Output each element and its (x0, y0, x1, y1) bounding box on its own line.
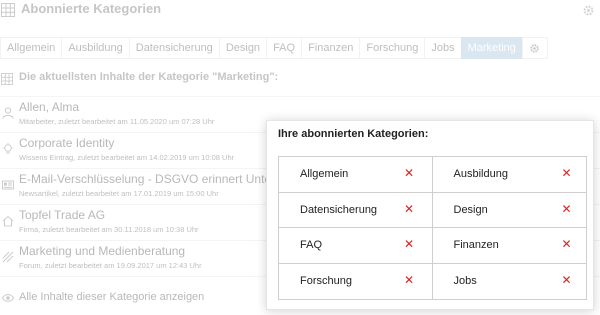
list-item-meta: Wissens Eintrag, zuletzt bearbeitet am 1… (19, 153, 235, 162)
remove-icon[interactable]: ✕ (404, 238, 414, 250)
eye-icon (2, 294, 14, 302)
remove-icon[interactable]: ✕ (404, 274, 414, 286)
tab-marketing[interactable]: Marketing (460, 37, 522, 59)
remove-icon[interactable]: ✕ (404, 203, 414, 215)
remove-icon[interactable]: ✕ (562, 238, 572, 250)
page-header: Abonnierte Kategorien (0, 0, 600, 22)
list-item-meta: Newsartikel, zuletzt bearbeitet am 17.01… (19, 189, 219, 198)
grid-icon (1, 3, 15, 17)
category-name: Ausbildung (453, 168, 508, 180)
category-grid: Allgemein ✕ Ausbildung ✕ Datensicherung … (278, 156, 587, 300)
tab-jobs[interactable]: Jobs (424, 37, 461, 59)
category-name: Datensicherung (300, 203, 378, 216)
tab-forschung[interactable]: Forschung (359, 37, 425, 59)
list-item-title: Topfel Trade AG (19, 208, 106, 222)
forum-icon (2, 251, 14, 263)
category-cell: Ausbildung ✕ (432, 157, 586, 193)
popover-title: Ihre abonnierten Kategorien: (278, 128, 429, 140)
tab-allgemein[interactable]: Allgemein (0, 37, 62, 59)
home-icon (2, 215, 14, 227)
subscribed-categories-popover: Ihre abonnierten Kategorien: Allgemein ✕… (266, 120, 594, 310)
category-name: Finanzen (453, 239, 499, 251)
section-heading: Die aktuellsten Inhalte der Kategorie "M… (0, 71, 600, 87)
gear-icon (530, 43, 540, 53)
section-title: Die aktuellsten Inhalte der Kategorie "M… (19, 71, 279, 83)
tab-settings[interactable] (521, 37, 548, 59)
category-cell: FAQ ✕ (279, 228, 433, 264)
divider (0, 96, 600, 97)
tab-ausbildung[interactable]: Ausbildung (61, 37, 129, 59)
category-name: Design (453, 203, 488, 216)
page-title: Abonnierte Kategorien (21, 1, 162, 16)
category-name: Jobs (453, 274, 477, 287)
category-name: Forschung (300, 274, 352, 287)
list-item-title: Corporate Identity (19, 136, 115, 150)
list-item-title: Marketing und Medienberatung (19, 244, 186, 258)
show-all-label: Alle Inhalte dieser Kategorie anzeigen (19, 291, 205, 303)
remove-icon[interactable]: ✕ (404, 167, 414, 179)
remove-icon[interactable]: ✕ (562, 167, 572, 179)
list-item-title: Allen, Alma (19, 100, 80, 114)
category-cell: Forschung ✕ (279, 263, 433, 299)
tab-finanzen[interactable]: Finanzen (301, 37, 360, 59)
tab-datensicherung[interactable]: Datensicherung (128, 37, 219, 59)
list-item-meta: Firma, zuletzt bearbeitet am 30.11.2018 … (19, 225, 199, 234)
tab-faq[interactable]: FAQ (266, 37, 302, 59)
user-icon (2, 107, 14, 119)
tab-design[interactable]: Design (218, 37, 267, 59)
lightbulb-icon (2, 143, 14, 154)
grid-icon (1, 73, 13, 85)
category-tabs: Allgemein Ausbildung Datensicherung Desi… (0, 37, 548, 59)
category-name: FAQ (300, 239, 323, 251)
category-cell: Design ✕ (432, 193, 586, 228)
category-cell: Datensicherung ✕ (279, 192, 433, 228)
category-cell: Jobs ✕ (433, 264, 587, 300)
remove-icon[interactable]: ✕ (562, 203, 572, 215)
show-all-link[interactable]: Alle Inhalte dieser Kategorie anzeigen (0, 290, 300, 306)
list-item-meta: Forum, zuletzt bearbeitet am 19.09.2017 … (19, 261, 202, 270)
list-item-meta: Mitarbeiter, zuletzt bearbeitet am 11.05… (19, 117, 215, 126)
newspaper-icon (2, 180, 14, 190)
category-cell: Allgemein ✕ (279, 157, 433, 193)
category-name: Allgemein (300, 168, 349, 180)
category-cell: Finanzen ✕ (432, 228, 586, 264)
gear-icon[interactable] (582, 4, 595, 17)
remove-icon[interactable]: ✕ (562, 274, 572, 286)
